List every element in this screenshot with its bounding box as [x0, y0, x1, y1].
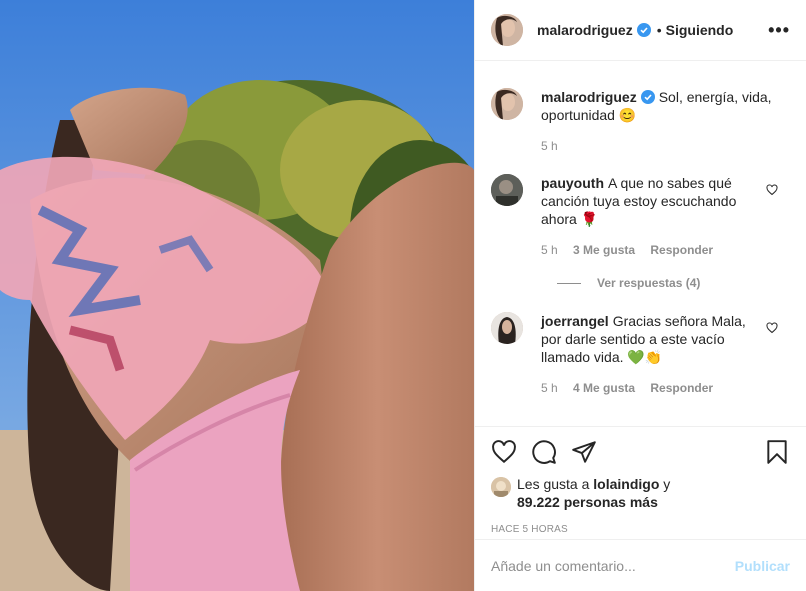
liker-username[interactable]: lolaindigo — [593, 476, 659, 492]
caption-username[interactable]: malarodriguez — [541, 89, 637, 105]
comment-like-icon[interactable] — [766, 322, 778, 334]
post-header: malarodriguez • Siguiendo ••• — [475, 0, 806, 61]
caption-avatar[interactable] — [491, 88, 523, 120]
caption-body: malarodriguez Sol, energía, vida, oportun… — [541, 88, 790, 155]
comment-like-icon[interactable] — [766, 184, 778, 196]
caption: malarodriguez Sol, energía, vida, oportun… — [491, 88, 790, 155]
commenter-avatar[interactable] — [491, 174, 523, 206]
view-replies-label: Ver respuestas (4) — [597, 276, 701, 290]
comment-item: pauyouth A que no sabes qué canción tuya … — [491, 174, 790, 259]
comment-username[interactable]: pauyouth — [541, 175, 604, 191]
likes-summary: Les gusta a lolaindigo y 89.222 personas… — [491, 475, 790, 511]
likes-joiner: y — [663, 476, 671, 492]
replies-line — [557, 282, 581, 284]
comment-icon[interactable] — [531, 439, 557, 465]
author-username[interactable]: malarodriguez — [537, 22, 633, 38]
comment-username[interactable]: joerrangel — [541, 313, 609, 329]
share-icon[interactable] — [571, 439, 597, 465]
post-image — [0, 0, 474, 591]
heart-icon[interactable] — [491, 439, 517, 465]
post-timestamp[interactable]: HACE 5 HORAS — [491, 524, 790, 535]
post-photo[interactable] — [0, 0, 474, 591]
caption-meta: 5 h — [541, 137, 790, 155]
likes-text: Les gusta a lolaindigo y 89.222 personas… — [517, 475, 670, 511]
post-actions: Les gusta a lolaindigo y 89.222 personas… — [475, 426, 806, 535]
comment-time[interactable]: 5 h — [541, 381, 558, 395]
caption-time[interactable]: 5 h — [541, 139, 558, 153]
comment-meta: 5 h 3 Me gusta Responder — [541, 241, 762, 259]
likes-prefix: Les gusta a — [517, 476, 590, 492]
comment-item: joerrangel Gracias señora Mala, por darle… — [491, 312, 790, 397]
view-replies-button[interactable]: Ver respuestas (4) — [557, 276, 790, 290]
commenter-avatar[interactable] — [491, 312, 523, 344]
add-comment-bar: Publicar — [475, 539, 806, 591]
comment-body: pauyouth A que no sabes qué canción tuya … — [541, 174, 790, 259]
verified-icon — [636, 23, 651, 37]
comment-likes[interactable]: 4 Me gusta — [573, 381, 635, 395]
comment-input[interactable] — [491, 557, 735, 574]
comment-meta: 5 h 4 Me gusta Responder — [541, 379, 762, 397]
author-avatar[interactable] — [491, 14, 523, 46]
likes-count[interactable]: 89.222 personas más — [517, 494, 658, 510]
separator-dot: • — [656, 22, 662, 38]
action-icons — [491, 437, 790, 467]
reply-button[interactable]: Responder — [650, 381, 713, 395]
publish-button[interactable]: Publicar — [735, 558, 790, 574]
comment-likes[interactable]: 3 Me gusta — [573, 243, 635, 257]
bookmark-icon[interactable] — [764, 439, 790, 465]
comment-body: joerrangel Gracias señora Mala, por darle… — [541, 312, 790, 397]
following-button[interactable]: Siguiendo — [666, 22, 734, 38]
post-sidebar: malarodriguez • Siguiendo ••• malarodrig… — [474, 0, 806, 591]
more-options-icon[interactable]: ••• — [768, 20, 790, 41]
verified-icon — [640, 90, 655, 104]
reply-button[interactable]: Responder — [650, 243, 713, 257]
liker-avatar[interactable] — [491, 477, 511, 497]
comment-time[interactable]: 5 h — [541, 243, 558, 257]
comments-list[interactable]: malarodriguez Sol, energía, vida, oportun… — [475, 62, 806, 425]
